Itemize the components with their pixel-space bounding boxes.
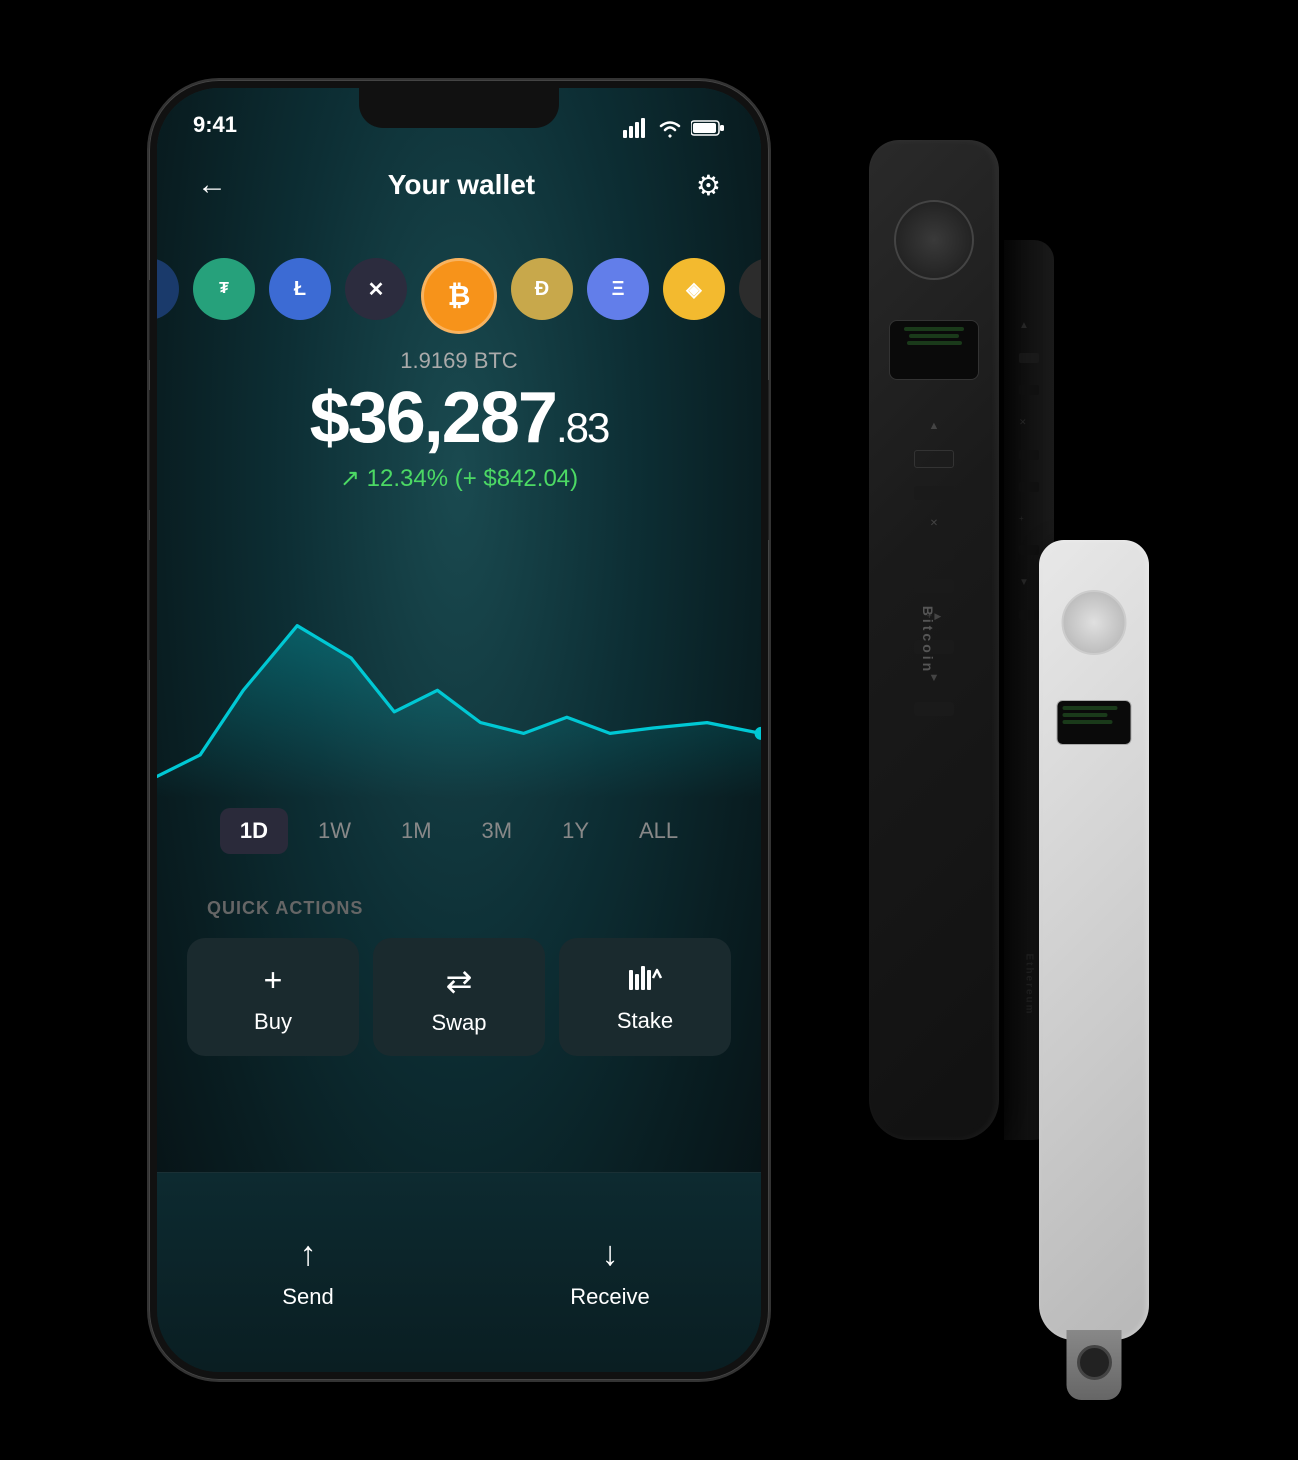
time-btn-1w[interactable]: 1W [298,808,371,854]
coin-dogecoin[interactable]: Ð [511,258,573,320]
send-button[interactable]: ↑ Send [157,1173,459,1372]
time-btn-1m[interactable]: 1M [381,808,452,854]
phone: 9:41 [149,80,769,1380]
ledger-black-label: Bitcoin [920,606,936,674]
side-button-vol-up [149,390,150,510]
side-button-vol-down [149,540,150,660]
buy-label: Buy [254,1009,292,1035]
ledger-white-body [1039,540,1149,1340]
scene: 9:41 [99,40,1199,1420]
swap-label: Swap [431,1010,486,1036]
bottom-bar: ↑ Send ↓ Receive [157,1172,761,1372]
coin-row: ● ₮ Ł ✕ ₿ Ð Ξ ◈ A [157,248,761,344]
coin-xrp[interactable]: ✕ [345,258,407,320]
usd-main: $36,287 [310,378,556,458]
crypto-amount: 1.9169 BTC [157,348,761,374]
receive-button[interactable]: ↓ Receive [459,1173,761,1372]
buy-button[interactable]: + Buy [187,938,359,1056]
time-selector: 1D 1W 1M 3M 1Y ALL [157,808,761,854]
receive-label: Receive [570,1284,649,1310]
ledger-black-button [894,200,974,280]
coin-bitcoin[interactable]: ₿ [421,258,497,334]
ledger-side-label: Ethereum [1024,953,1035,1015]
usd-balance: $36,287.83 [157,382,761,454]
settings-button[interactable]: ⚙ [696,169,721,202]
status-icons [623,118,725,138]
receive-icon: ↓ [602,1235,619,1274]
back-button[interactable]: ← [197,168,227,202]
stake-icon [627,962,663,998]
usb-connector [1067,1330,1122,1400]
swap-button[interactable]: ⇄ Swap [373,938,545,1056]
quick-actions-label: QUICK ACTIONS [207,898,363,919]
coin-litecoin[interactable]: Ł [269,258,331,320]
swap-icon: ⇄ [446,962,473,1000]
stake-label: Stake [617,1008,673,1034]
ledger-nano-s-white [1039,540,1149,1340]
ledger-side-icons: ▲ ✕ + ▼ [1019,320,1039,620]
coin-algorand[interactable]: A [739,258,761,320]
signal-icon [623,118,649,138]
price-chart [157,518,761,798]
time-btn-all[interactable]: ALL [619,808,698,854]
coin-tether[interactable]: ₮ [193,258,255,320]
ledger-nano-x-black: ▲ ✕ + ▶ ▼ Bitcoin [869,140,999,1140]
time-btn-1y[interactable]: 1Y [542,808,609,854]
side-button-power [768,380,769,540]
coin-other[interactable]: ● [157,258,179,320]
battery-icon [691,119,725,137]
page-title: Your wallet [388,169,535,201]
coin-bnb[interactable]: ◈ [663,258,725,320]
phone-screen: 9:41 [157,88,761,1372]
time-btn-1d[interactable]: 1D [220,808,288,854]
usd-cents: .83 [556,404,608,451]
status-time: 9:41 [193,112,237,138]
time-btn-3m[interactable]: 3M [462,808,533,854]
balance-change: ↗ 12.34% (+ $842.04) [157,464,761,493]
buy-icon: + [264,962,283,999]
ledger-black-body: ▲ ✕ + ▶ ▼ Bitcoin [869,140,999,1140]
coin-ethereum[interactable]: Ξ [587,258,649,320]
side-button-mute [149,280,150,360]
chart-section [157,518,761,798]
wifi-icon [657,118,683,138]
usb-port [1077,1345,1112,1380]
send-label: Send [282,1284,333,1310]
stake-button[interactable]: Stake [559,938,731,1056]
ledger-black-screen [889,320,979,380]
quick-actions: + Buy ⇄ Swap Stake [187,938,731,1056]
ledger-white-button [1062,590,1127,655]
header: ← Your wallet ⚙ [157,148,761,212]
notch [359,88,559,128]
send-icon: ↑ [300,1235,317,1274]
balance-section: 1.9169 BTC $36,287.83 ↗ 12.34% (+ $842.0… [157,348,761,493]
